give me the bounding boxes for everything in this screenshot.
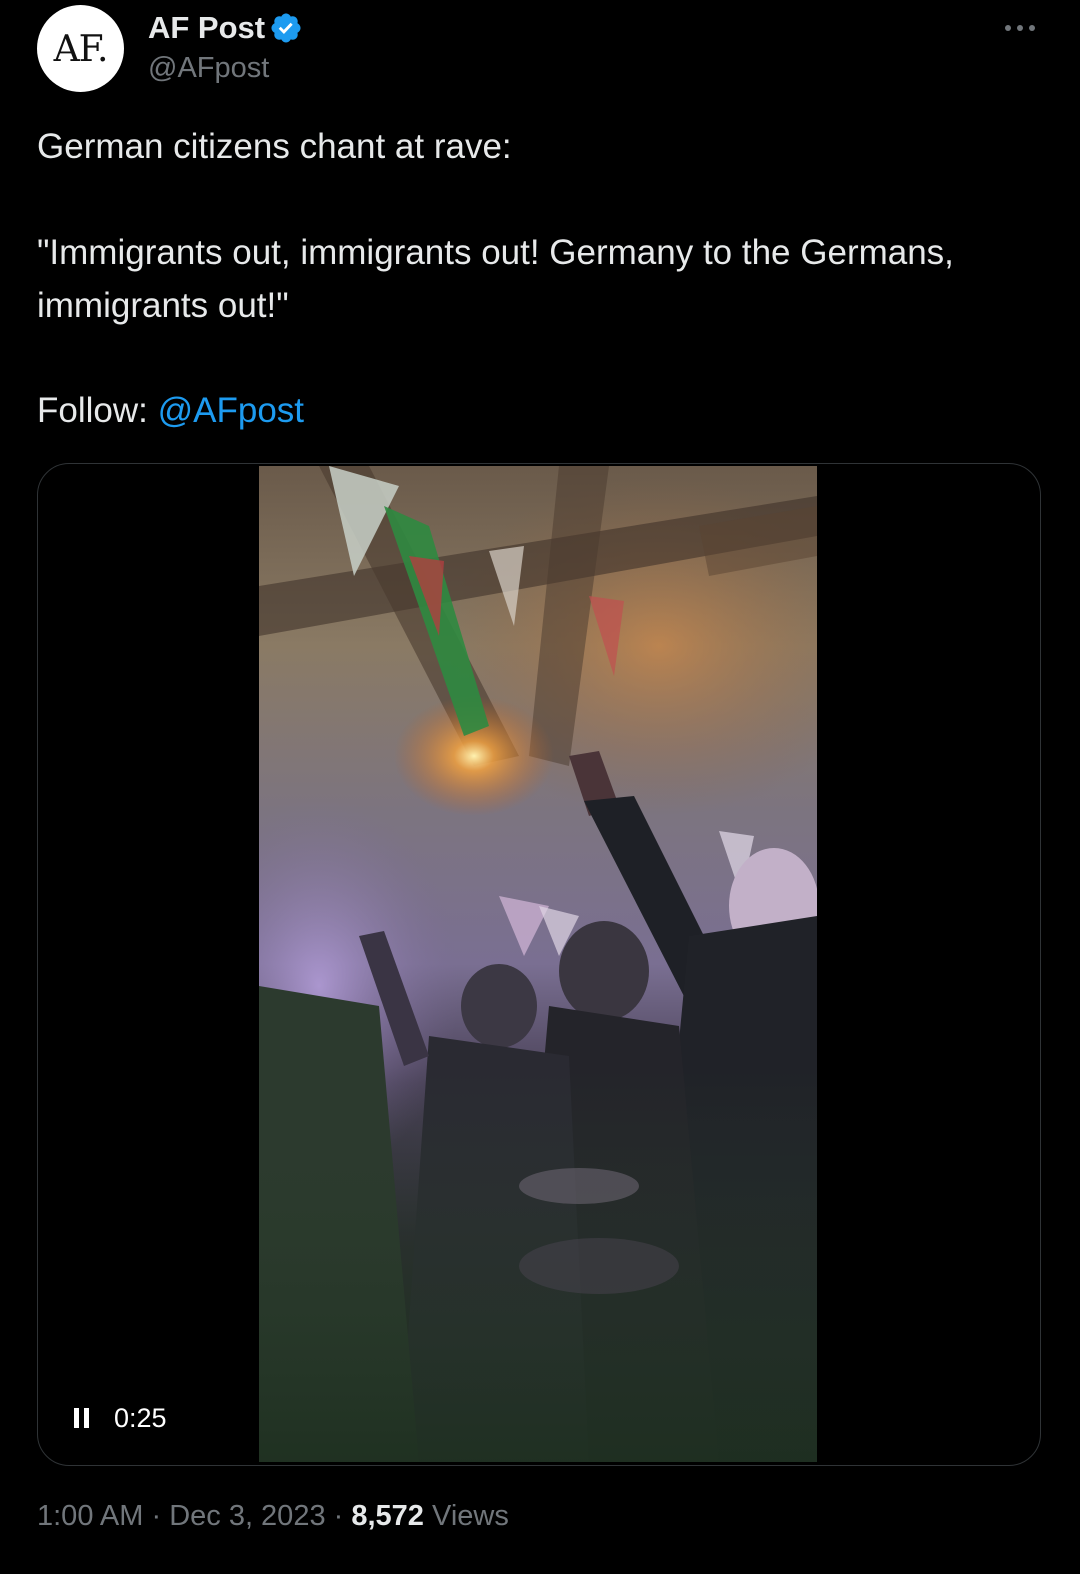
views-label: Views [423,1500,509,1532]
more-options-button[interactable] [990,8,1050,48]
player-controls: 0:25 [74,1400,167,1436]
tweet-date[interactable]: Dec 3, 2023 [169,1500,325,1532]
meta-separator: · [325,1500,352,1532]
pause-icon[interactable] [74,1405,96,1431]
video-time: 0:25 [114,1402,167,1433]
display-name[interactable]: AF Post [148,10,265,46]
meta-separator: · [143,1500,170,1532]
author-handle[interactable]: @AFpost [148,52,269,85]
video-player[interactable]: 0:25 [37,463,1041,1466]
more-dots-icon [1005,25,1035,31]
tweet-text-line: German citizens chant at rave: [37,127,512,166]
avatar[interactable]: AF. [37,5,124,92]
video-still-image [259,466,817,1462]
tweet-meta: 1:00 AM · Dec 3, 2023 · 8,572 Views [37,1500,509,1533]
tweet-time[interactable]: 1:00 AM [37,1500,143,1532]
mention-link[interactable]: @AFpost [158,391,304,430]
tweet-follow-line: Follow: @AFpost [37,384,1047,437]
tweet-quote-text: "Immigrants out, immigrants out! Germany… [37,233,964,325]
verified-badge-icon[interactable] [269,11,303,45]
follow-prefix: Follow: [37,391,158,430]
video-frame[interactable] [259,466,817,1462]
author-name-row[interactable]: AF Post [148,8,303,48]
views-count: 8,572 [351,1500,424,1532]
avatar-logo-text: AF. [53,29,109,70]
